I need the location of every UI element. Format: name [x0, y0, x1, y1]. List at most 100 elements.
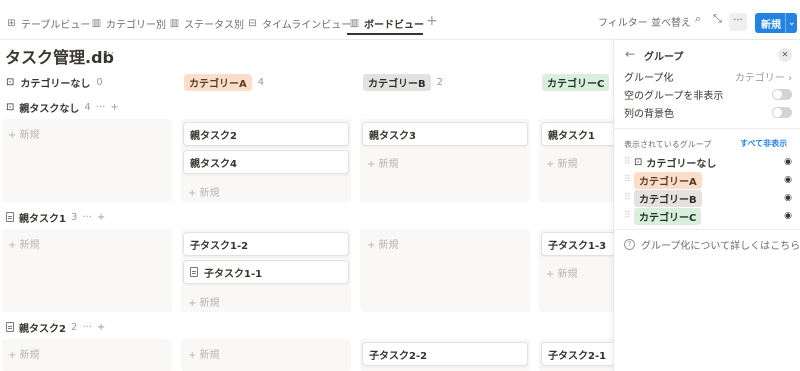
card[interactable]: 子タスク1-3 — [541, 232, 621, 256]
group-count: 2 — [70, 321, 78, 333]
board-icon: ▥ — [91, 17, 102, 29]
drag-handle-icon[interactable]: ⠿ — [624, 175, 634, 185]
tab-table-view[interactable]: ⊞ テーブルビュー — [6, 14, 90, 32]
more-options-button[interactable]: ··· — [729, 13, 747, 31]
tab-by-status[interactable]: ▥ ステータス別 — [169, 14, 244, 32]
group-by-label: グループ化 — [624, 72, 674, 84]
drag-handle-icon[interactable]: ⠿ — [624, 193, 634, 203]
new-card-button[interactable]: + 新規 — [8, 126, 40, 141]
new-card-button[interactable]: + 新規 — [367, 236, 399, 251]
new-card-button[interactable]: + 新規 — [188, 184, 220, 199]
group-by-setting[interactable]: グループ化 カテゴリー › — [624, 69, 792, 84]
category-a-tag: カテゴリーA — [184, 73, 252, 91]
panel-title: グループ — [644, 52, 684, 63]
page-icon — [6, 212, 14, 222]
new-button[interactable]: 新規 ⌄ — [755, 13, 797, 33]
drag-handle-icon[interactable]: ⠿ — [624, 211, 634, 221]
group-by-value: カテゴリー › — [734, 72, 792, 84]
drag-handle-icon[interactable]: ⠿ — [624, 157, 634, 167]
back-arrow-icon[interactable]: ← — [625, 47, 635, 61]
column-bg-setting: 列の背景色 — [624, 105, 792, 120]
close-icon[interactable]: ✕ — [778, 48, 792, 62]
group-header-parent2[interactable]: 親タスク2 2 ··· + — [6, 319, 105, 335]
help-icon: ? — [624, 239, 635, 250]
group-name: 親タスク1 — [19, 213, 66, 225]
group-add-icon[interactable]: + — [97, 322, 105, 333]
group-more-icon[interactable]: ··· — [96, 102, 106, 113]
new-button-label: 新規 — [761, 19, 781, 31]
category-c-tag: カテゴリーC — [634, 207, 702, 225]
card[interactable]: 子タスク2-1 — [541, 342, 621, 366]
hide-empty-toggle[interactable] — [772, 88, 792, 100]
column-header-a[interactable]: カテゴリーA 4 — [184, 73, 264, 91]
tab-timeline-view[interactable]: ⊟ タイムラインビュー — [247, 14, 351, 32]
card[interactable]: 子タスク2-2 — [362, 342, 528, 366]
page-title: タスク管理.db — [5, 48, 114, 67]
group-row-b[interactable]: ⠿ カテゴリーB ◉ — [624, 189, 792, 207]
page-icon — [190, 267, 198, 277]
eye-icon[interactable]: ◉ — [784, 193, 792, 203]
card[interactable]: 親タスク1 — [541, 122, 621, 146]
card[interactable]: 親タスク4 — [183, 150, 349, 174]
group-count: 3 — [70, 211, 78, 223]
column-bg-label: 列の背景色 — [624, 108, 674, 120]
group-more-icon[interactable]: ··· — [82, 212, 92, 223]
group-row-c[interactable]: ⠿ カテゴリーC ◉ — [624, 207, 792, 225]
chevron-down-icon[interactable]: ⌄ — [786, 18, 796, 28]
search-icon[interactable]: ⌕ — [695, 12, 701, 26]
table-icon: ⊞ — [7, 17, 16, 29]
card[interactable]: 子タスク1-2 — [183, 232, 349, 256]
inbox-icon: ⊡ — [6, 76, 15, 88]
column-header-none[interactable]: ⊡ カテゴリーなし 0 — [6, 73, 103, 91]
group-help-link[interactable]: ? グループ化について詳しくはこちら — [624, 237, 800, 252]
group-header-no-parent[interactable]: ⊡ 親タスクなし 4 ··· + — [6, 99, 119, 115]
group-add-icon[interactable]: + — [110, 102, 118, 113]
group-row-none[interactable]: ⠿ ⊡ カテゴリーなし ◉ — [624, 154, 792, 170]
new-card-button[interactable]: + 新規 — [188, 294, 220, 309]
divider — [614, 128, 800, 129]
expand-icon[interactable]: ⤡ — [713, 12, 722, 26]
new-card-button[interactable]: + 新規 — [188, 346, 220, 361]
new-card-button[interactable]: + 新規 — [546, 265, 578, 280]
group-row-a[interactable]: ⠿ カテゴリーA ◉ — [624, 171, 792, 189]
group-name: 親タスク2 — [19, 323, 66, 335]
tab-label: ステータス別 — [184, 19, 244, 31]
card-title: 子タスク1-1 — [204, 268, 263, 280]
page-more-button[interactable]: ··· — [103, 46, 114, 60]
group-more-icon[interactable]: ··· — [82, 322, 92, 333]
column-header-c[interactable]: カテゴリーC — [542, 73, 610, 91]
board-icon: ▥ — [169, 17, 180, 29]
column-header-b[interactable]: カテゴリーB 2 — [363, 73, 443, 91]
view-tab-bar: ⊞ テーブルビュー ▥ カテゴリー別 ▥ ステータス別 ⊟ タイムラインビュー … — [0, 0, 800, 40]
new-card-button[interactable]: + 新規 — [367, 155, 399, 170]
tab-by-category[interactable]: ▥ カテゴリー別 — [91, 14, 166, 32]
divider — [614, 229, 800, 230]
column-bg-toggle[interactable] — [772, 106, 792, 118]
timeline-icon: ⊟ — [248, 17, 257, 29]
group-header-parent1[interactable]: 親タスク1 3 ··· + — [6, 209, 105, 225]
eye-icon[interactable]: ◉ — [784, 211, 792, 221]
filter-button[interactable]: フィルター — [598, 14, 648, 29]
chevron-right-icon: › — [788, 72, 792, 84]
help-text: グループ化について詳しくはこちら — [641, 241, 800, 252]
sort-button[interactable]: 並べ替え — [651, 14, 691, 29]
category-c-tag: カテゴリーC — [542, 73, 610, 91]
new-card-button[interactable]: + 新規 — [546, 155, 578, 170]
eye-icon[interactable]: ◉ — [784, 175, 792, 185]
add-view-icon[interactable]: + — [426, 13, 438, 29]
hide-all-button[interactable]: すべて非表示 — [740, 138, 787, 149]
card[interactable]: 子タスク1-1 — [183, 260, 349, 284]
page-icon — [6, 322, 14, 332]
card[interactable]: 親タスク3 — [362, 122, 528, 146]
tab-label: テーブルビュー — [21, 19, 91, 31]
inbox-icon: ⊡ — [634, 156, 643, 168]
new-card-button[interactable]: + 新規 — [8, 346, 40, 361]
group-label: カテゴリーなし — [646, 158, 717, 170]
new-card-button[interactable]: + 新規 — [8, 236, 40, 251]
card[interactable]: 親タスク2 — [183, 122, 349, 146]
hide-empty-setting: 空のグループを非表示 — [624, 87, 792, 102]
eye-icon[interactable]: ◉ — [784, 157, 792, 167]
tab-board-view[interactable]: ▥ ボードビュー — [349, 14, 424, 32]
group-add-icon[interactable]: + — [97, 212, 105, 223]
active-tab-indicator — [347, 33, 423, 35]
